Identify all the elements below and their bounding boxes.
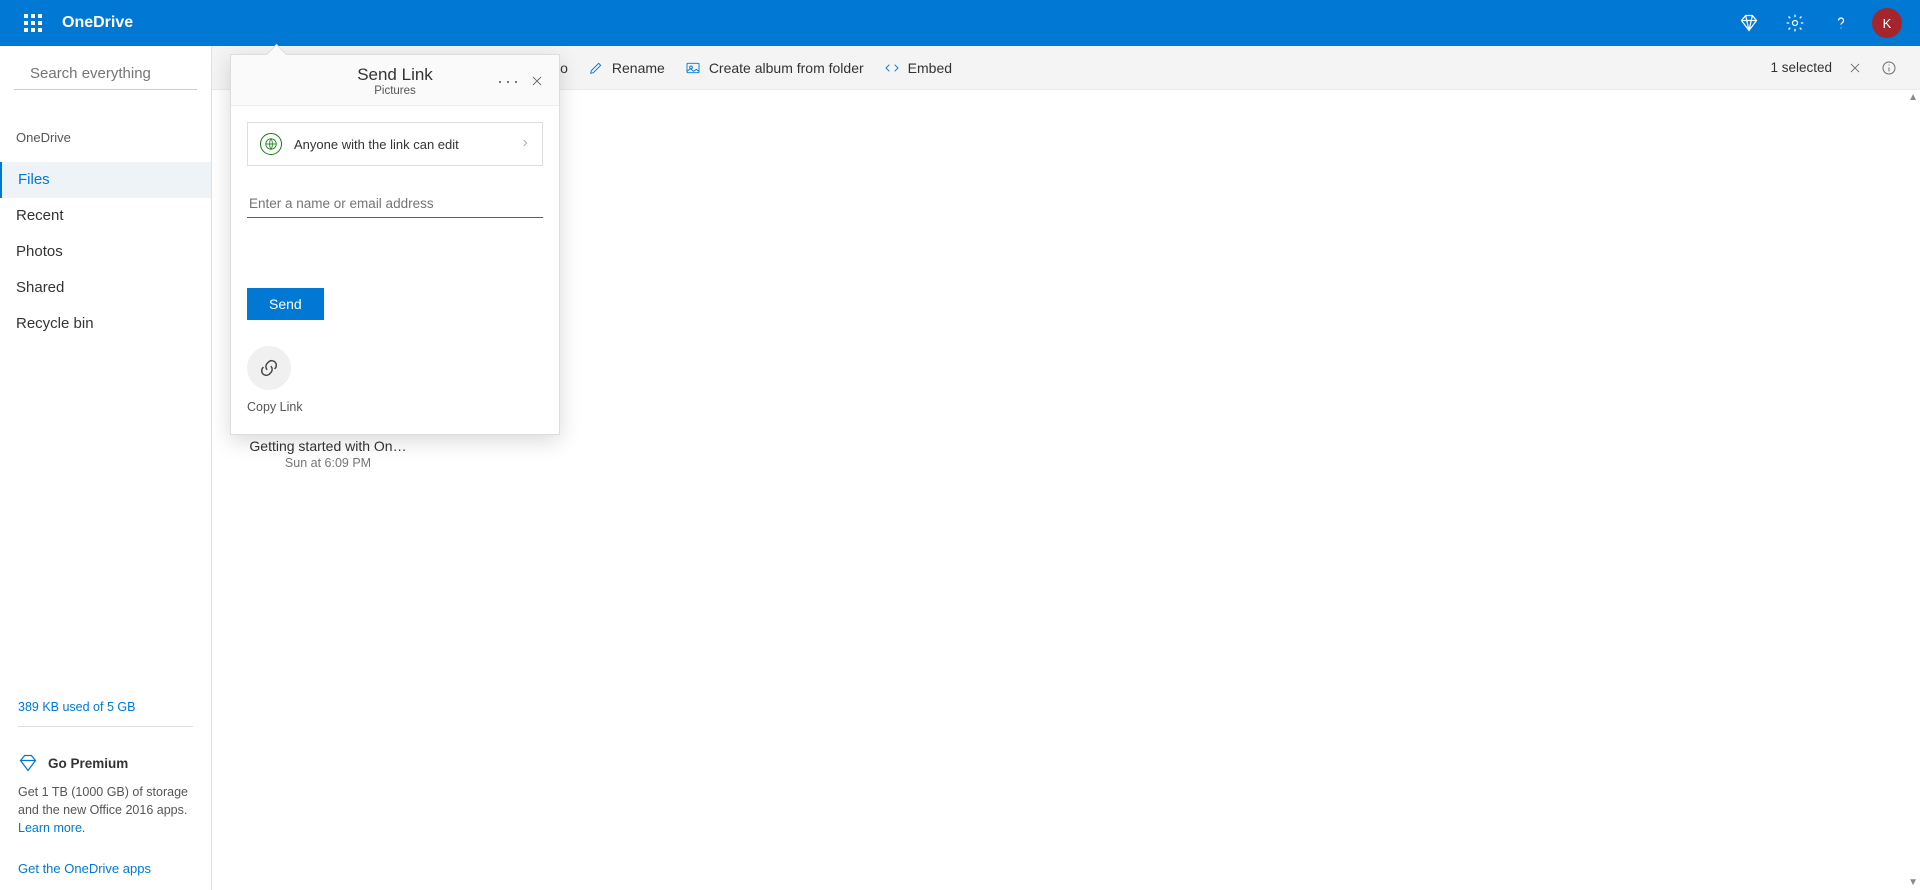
sidebar-item-recent[interactable]: Recent — [0, 198, 211, 234]
learn-more-link[interactable]: Learn more. — [18, 821, 85, 835]
recipient-input[interactable] — [247, 190, 543, 217]
sidebar-item-photos[interactable]: Photos — [0, 234, 211, 270]
file-tile-sub: Sun at 6:09 PM — [238, 456, 418, 470]
breadcrumb[interactable]: OneDrive — [0, 120, 211, 156]
clear-selection-button[interactable] — [1838, 61, 1872, 75]
help-icon[interactable] — [1818, 0, 1864, 46]
file-tile-label[interactable]: Getting started with On… — [238, 438, 418, 454]
app-launcher-icon[interactable] — [10, 0, 56, 46]
rename-label: Rename — [612, 60, 665, 76]
copy-link-label: Copy Link — [247, 400, 303, 414]
create-album-label: Create album from folder — [709, 60, 864, 76]
embed-label: Embed — [908, 60, 952, 76]
sidebar-item-recyclebin[interactable]: Recycle bin — [0, 306, 211, 342]
search-input[interactable] — [28, 64, 231, 83]
storage-usage-text[interactable]: 389 KB used of 5 GB — [18, 700, 193, 727]
create-album-button[interactable]: Create album from folder — [675, 46, 874, 89]
selection-count: 1 selected — [1770, 60, 1832, 75]
link-permission-label: Anyone with the link can edit — [294, 137, 520, 152]
chevron-right-icon — [520, 135, 530, 153]
scroll-up-icon[interactable]: ▲ — [1908, 92, 1918, 103]
rename-button[interactable]: Rename — [578, 46, 675, 89]
scroll-down-icon[interactable]: ▼ — [1908, 877, 1918, 888]
sidebar: OneDrive Files Recent Photos Shared Recy… — [0, 46, 212, 890]
popover-more-icon[interactable]: ··· — [499, 71, 519, 91]
sidebar-item-files[interactable]: Files — [0, 162, 211, 198]
premium-promo: Go Premium Get 1 TB (1000 GB) of storage… — [18, 739, 193, 837]
globe-icon — [260, 133, 282, 155]
user-avatar[interactable]: K — [1872, 8, 1902, 38]
embed-button[interactable]: Embed — [874, 46, 962, 89]
link-permission-button[interactable]: Anyone with the link can edit — [247, 122, 543, 166]
send-link-popover: Send Link Pictures ··· Anyone with the l… — [230, 54, 560, 435]
premium-icon[interactable] — [1726, 0, 1772, 46]
popover-close-icon[interactable] — [527, 71, 547, 91]
premium-desc: Get 1 TB (1000 GB) of storage and the ne… — [18, 785, 188, 817]
send-button[interactable]: Send — [247, 288, 324, 320]
premium-title[interactable]: Go Premium — [48, 756, 128, 771]
app-header: OneDrive K — [0, 0, 1920, 46]
search-box[interactable] — [14, 58, 197, 90]
storage-usage: 389 KB used of 5 GB — [18, 700, 193, 727]
app-title[interactable]: OneDrive — [62, 14, 133, 32]
sidebar-item-shared[interactable]: Shared — [0, 270, 211, 306]
settings-icon[interactable] — [1772, 0, 1818, 46]
get-apps-link[interactable]: Get the OneDrive apps — [18, 861, 193, 876]
copy-link-button[interactable] — [247, 346, 291, 390]
details-pane-button[interactable] — [1872, 60, 1906, 76]
